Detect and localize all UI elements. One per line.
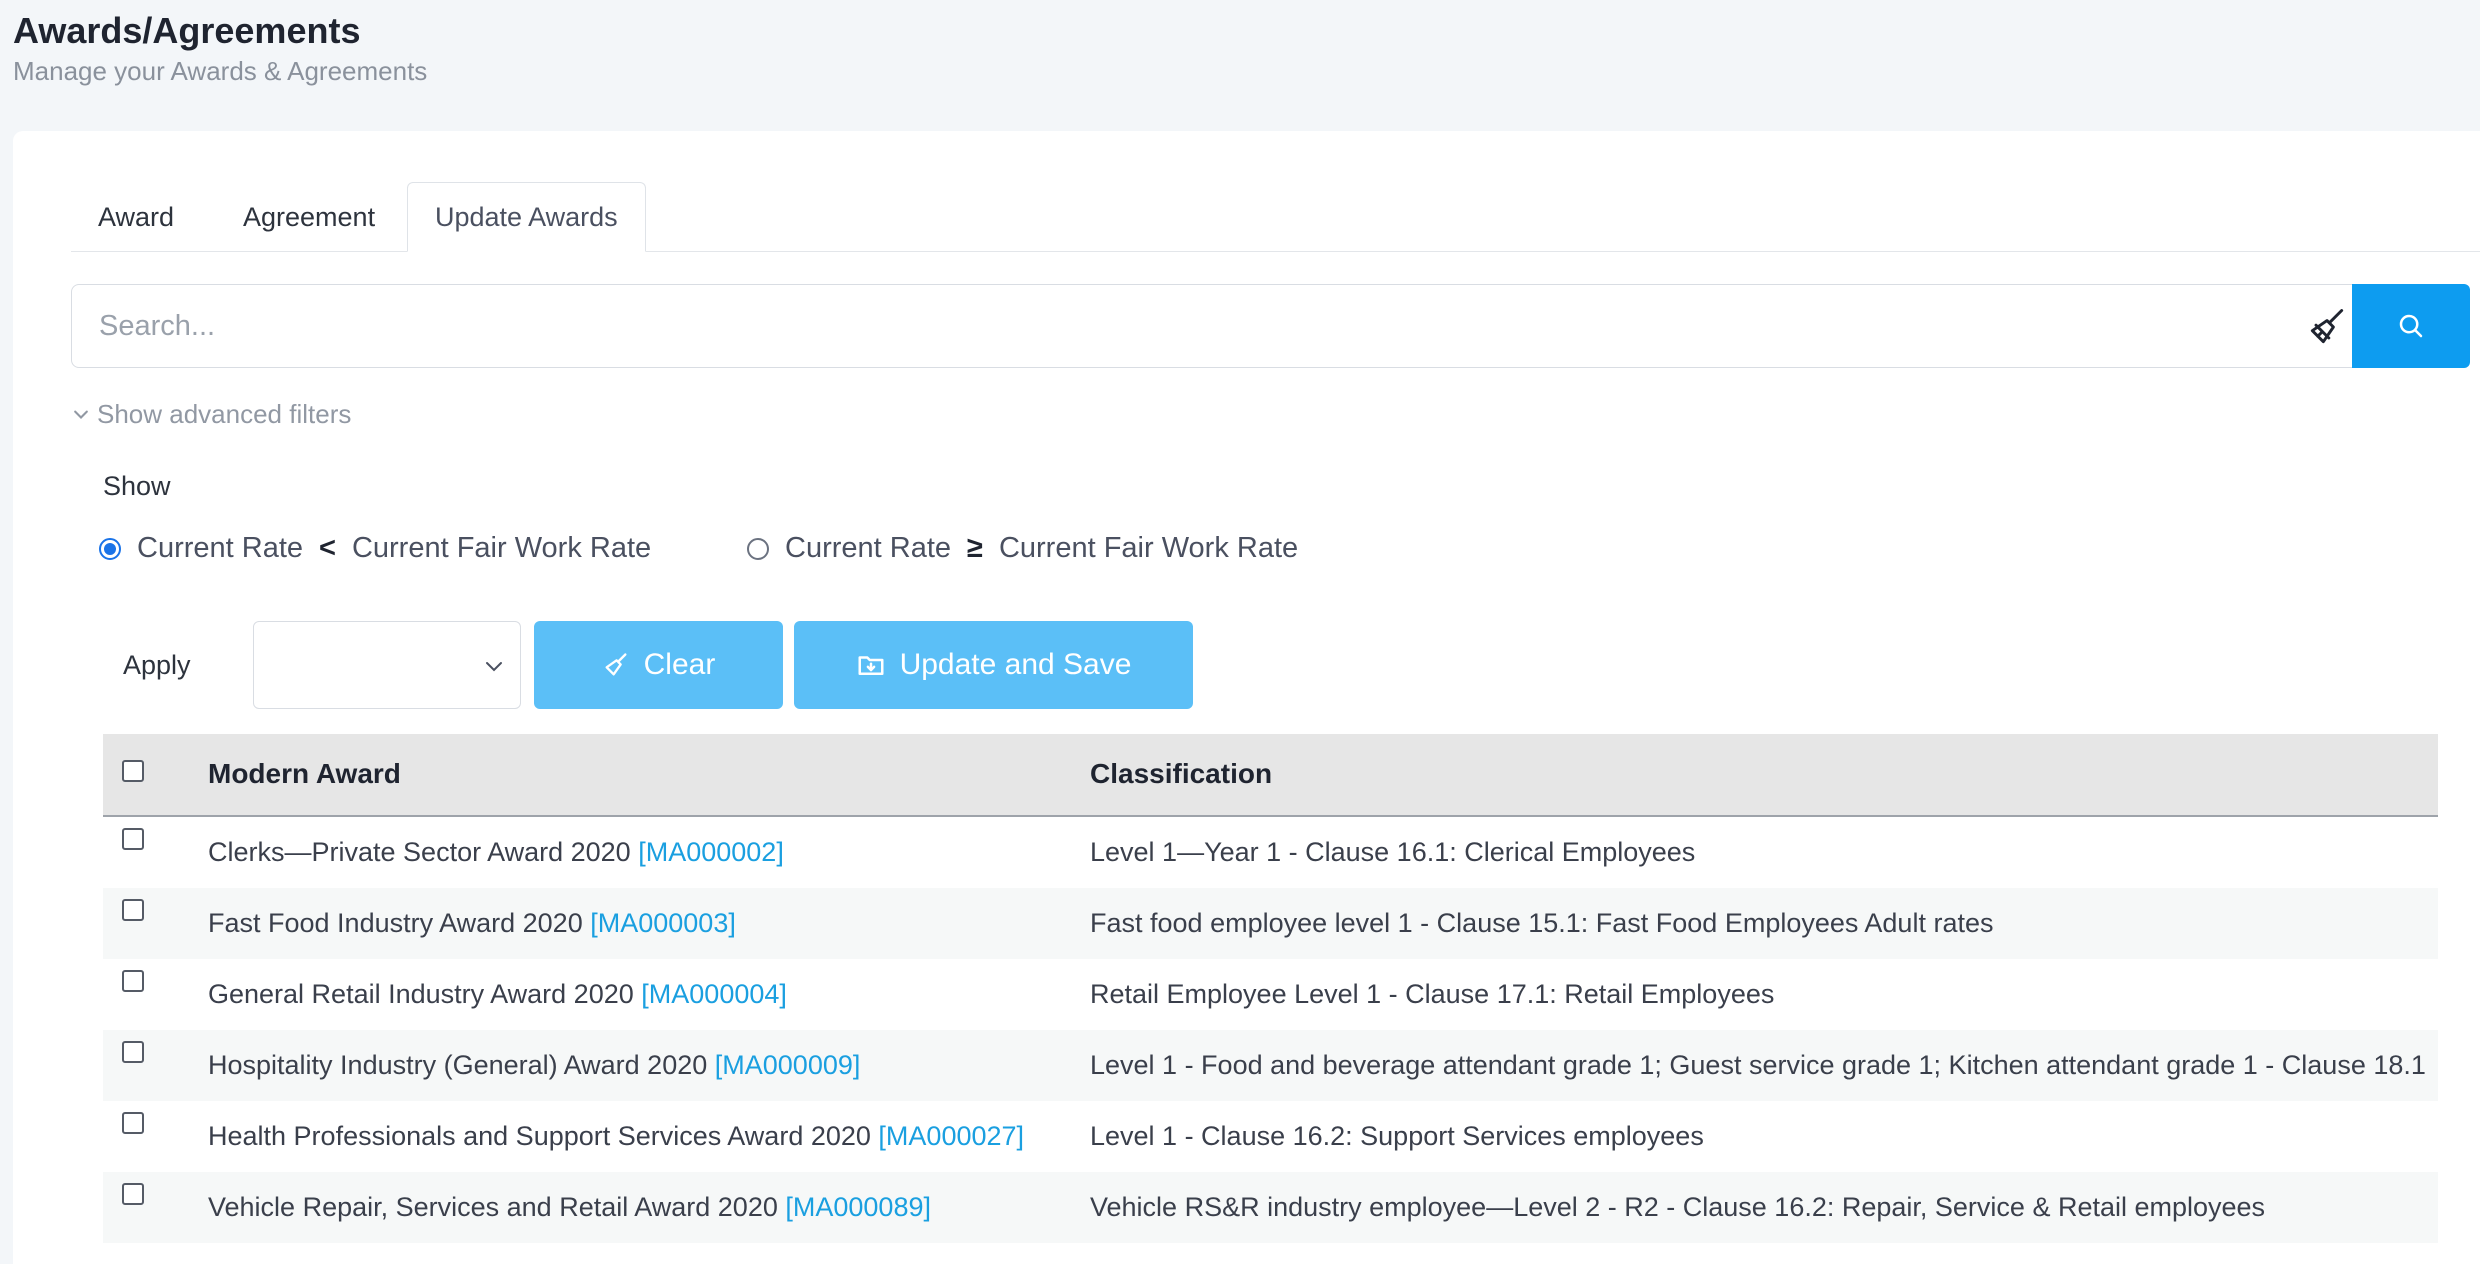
classification-cell: Level 1 - Food and beverage attendant gr… <box>1090 1050 2426 1080</box>
update-and-save-label: Update and Save <box>899 648 1132 681</box>
award-name: Clerks—Private Sector Award 2020 <box>208 837 631 867</box>
table-row: Clerks—Private Sector Award 2020 [MA0000… <box>103 817 2438 888</box>
award-name: Health Professionals and Support Service… <box>208 1121 871 1151</box>
update-and-save-button[interactable]: Update and Save <box>794 621 1193 709</box>
row-checkbox[interactable] <box>122 1112 144 1134</box>
table-row: Vehicle Repair, Services and Retail Awar… <box>103 1172 2438 1243</box>
broom-icon[interactable] <box>2305 305 2349 349</box>
search-button[interactable] <box>2352 284 2470 368</box>
filter-option-greater-equal[interactable]: Current Rate ≥ Current Fair Work Rate <box>747 532 1298 565</box>
award-code-link[interactable]: [MA000089] <box>785 1192 931 1222</box>
classification-cell: Level 1 - Clause 16.2: Support Services … <box>1090 1121 1704 1151</box>
award-name: Hospitality Industry (General) Award 202… <box>208 1050 708 1080</box>
operator-less-than: < <box>319 532 336 564</box>
row-checkbox[interactable] <box>122 970 144 992</box>
row-checkbox[interactable] <box>122 1183 144 1205</box>
tab-bar: Award Agreement Update Awards <box>71 182 2480 252</box>
apply-select[interactable] <box>253 621 521 709</box>
option-left-label: Current Rate <box>785 532 952 564</box>
show-label: Show <box>103 471 171 501</box>
classification-cell: Retail Employee Level 1 - Clause 17.1: R… <box>1090 979 1775 1009</box>
award-cell: Hospitality Industry (General) Award 202… <box>208 1050 860 1081</box>
folder-download-icon <box>858 656 884 675</box>
advanced-filters-label: Show advanced filters <box>97 399 352 429</box>
award-cell: General Retail Industry Award 2020 [MA00… <box>208 979 787 1010</box>
clear-button-label: Clear <box>643 648 716 681</box>
award-code-link[interactable]: [MA000009] <box>715 1050 861 1080</box>
page-title: Awards/Agreements <box>13 10 361 51</box>
select-all-checkbox[interactable] <box>122 760 144 782</box>
advanced-filters-toggle[interactable]: Show advanced filters <box>71 399 351 430</box>
page-subtitle: Manage your Awards & Agreements <box>13 56 428 86</box>
column-header-modern-award: Modern Award <box>208 758 401 789</box>
classification-cell: Vehicle RS&R industry employee—Level 2 -… <box>1090 1192 2266 1222</box>
apply-label: Apply <box>123 650 191 680</box>
tab-agreement[interactable]: Agreement <box>216 183 402 251</box>
filter-option-less[interactable]: Current Rate < Current Fair Work Rate <box>99 532 651 565</box>
option-right-label: Current Fair Work Rate <box>351 532 652 564</box>
content-card: Award Agreement Update Awards Show advan… <box>13 131 2480 1264</box>
table-row: Hospitality Industry (General) Award 202… <box>103 1030 2438 1101</box>
tab-award[interactable]: Award <box>71 183 201 251</box>
classification-cell: Level 1—Year 1 - Clause 16.1: Clerical E… <box>1090 837 1696 867</box>
search-icon <box>2399 314 2423 338</box>
award-cell: Vehicle Repair, Services and Retail Awar… <box>208 1192 931 1223</box>
clear-button[interactable]: Clear <box>534 621 783 709</box>
broom-icon <box>605 653 627 676</box>
award-name: Fast Food Industry Award 2020 <box>208 908 583 938</box>
award-cell: Health Professionals and Support Service… <box>208 1121 1024 1152</box>
award-cell: Clerks—Private Sector Award 2020 [MA0000… <box>208 837 784 868</box>
classification-cell: Fast food employee level 1 - Clause 15.1… <box>1090 908 1994 938</box>
chevron-down-icon <box>74 410 88 419</box>
column-header-classification: Classification <box>1090 758 1273 789</box>
chevron-down-icon <box>486 662 502 672</box>
award-code-link[interactable]: [MA000004] <box>641 979 787 1009</box>
award-name: Vehicle Repair, Services and Retail Awar… <box>208 1192 778 1222</box>
award-code-link[interactable]: [MA000003] <box>590 908 736 938</box>
search-input[interactable] <box>72 285 2272 367</box>
tab-update-awards[interactable]: Update Awards <box>407 182 646 252</box>
row-checkbox[interactable] <box>122 828 144 850</box>
search-box <box>71 284 2360 368</box>
table-row: General Retail Industry Award 2020 [MA00… <box>103 959 2438 1030</box>
award-cell: Fast Food Industry Award 2020 [MA000003] <box>208 908 736 939</box>
award-code-link[interactable]: [MA000027] <box>878 1121 1024 1151</box>
award-name: General Retail Industry Award 2020 <box>208 979 634 1009</box>
option-left-label: Current Rate <box>137 532 304 564</box>
row-checkbox[interactable] <box>122 899 144 921</box>
row-checkbox[interactable] <box>122 1041 144 1063</box>
operator-greater-equal: ≥ <box>967 532 983 564</box>
table-header: Modern Award Classification <box>103 734 2438 817</box>
radio-less-than[interactable] <box>99 537 121 560</box>
table-row: Health Professionals and Support Service… <box>103 1101 2438 1172</box>
radio-greater-equal[interactable] <box>747 537 769 560</box>
option-right-label: Current Fair Work Rate <box>998 532 1299 564</box>
table-row: Fast Food Industry Award 2020 [MA000003]… <box>103 888 2438 959</box>
award-code-link[interactable]: [MA000002] <box>638 837 784 867</box>
